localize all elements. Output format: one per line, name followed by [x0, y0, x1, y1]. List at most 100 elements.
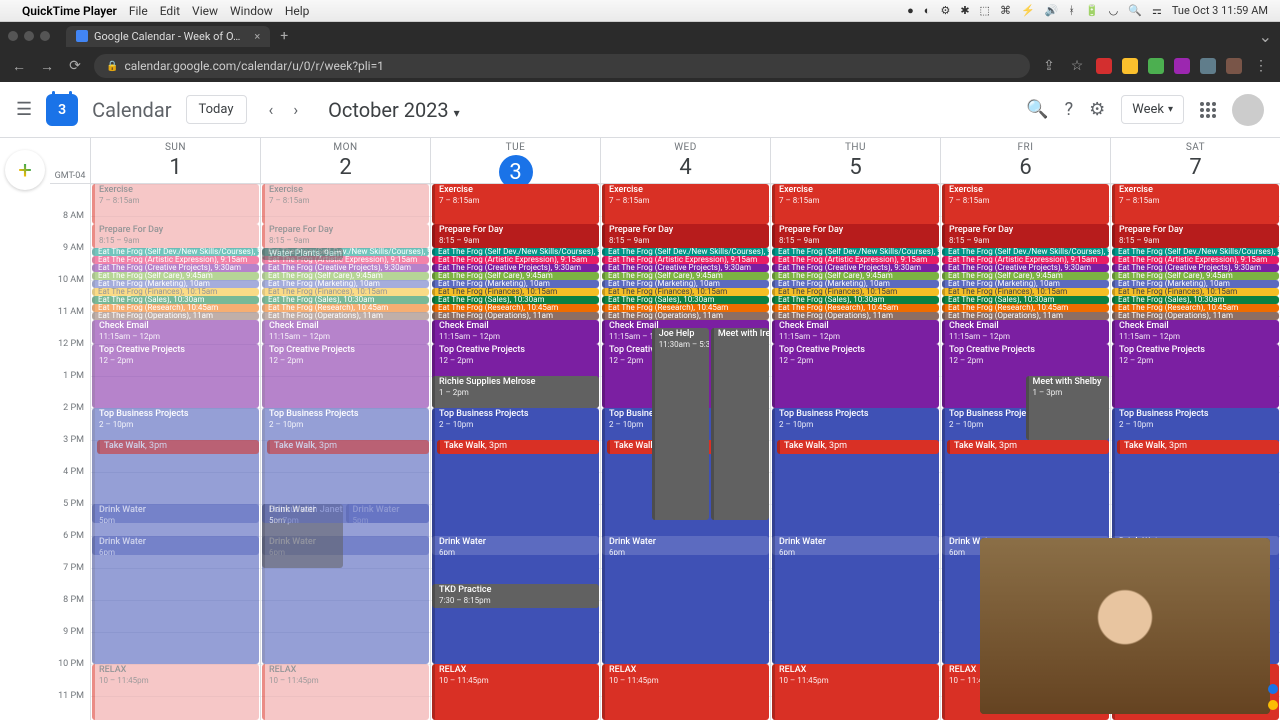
event-frog[interactable]: Eat The Frog (Operations), 11am — [432, 312, 599, 320]
event-frog[interactable]: Eat The Frog (Research), 10:45am — [772, 304, 939, 312]
day-header[interactable]: THU 5 — [770, 138, 940, 183]
extension-icon[interactable] — [1226, 58, 1242, 74]
next-week-button[interactable]: › — [285, 96, 306, 123]
event-frog[interactable]: Eat The Frog (Research), 10:45am — [942, 304, 1109, 312]
event-frog[interactable]: Eat The Frog (Artistic Expression), 9:15… — [602, 256, 769, 264]
event-shelby[interactable]: Meet with Shelby1 – 3pm — [1026, 376, 1110, 440]
wifi-icon[interactable]: ◡ — [1109, 4, 1119, 17]
event-frog[interactable]: Eat The Frog (Operations), 11am — [92, 312, 259, 320]
day-column[interactable]: Exercise7 – 8:15am Prepare For Day8:15 –… — [600, 184, 770, 720]
search-icon[interactable]: 🔍 — [1128, 4, 1142, 17]
calendar-event[interactable]: Check Email11:15am – 12pm — [262, 320, 429, 344]
menu-view[interactable]: View — [192, 4, 218, 18]
calendar-event[interactable]: Check Email11:15am – 12pm — [942, 320, 1109, 344]
extension-icon[interactable] — [1200, 58, 1216, 74]
menu-window[interactable]: Window — [230, 4, 273, 18]
window-minimize[interactable] — [24, 31, 34, 41]
day-number[interactable]: 1 — [91, 155, 260, 180]
event-frog[interactable]: Eat The Frog (Self Dev./New Skills/Cours… — [92, 248, 259, 256]
day-number[interactable]: 2 — [261, 155, 430, 180]
event-frog[interactable]: Eat The Frog (Self Dev./New Skills/Cours… — [1112, 248, 1279, 256]
event-frog[interactable]: Eat The Frog (Self Care), 9:45am — [942, 272, 1109, 280]
calendar-event[interactable]: RELAX10 – 11:45pm — [602, 664, 769, 720]
calendar-event[interactable]: Exercise7 – 8:15am — [262, 184, 429, 224]
today-button[interactable]: Today — [186, 95, 247, 124]
side-panel-icon[interactable] — [1268, 700, 1278, 710]
event-frog[interactable]: Eat The Frog (Artistic Expression), 9:15… — [1112, 256, 1279, 264]
calendar-event[interactable]: Check Email11:15am – 12pm — [432, 320, 599, 344]
day-number[interactable]: 4 — [601, 155, 770, 180]
event-frog[interactable]: Eat The Frog (Sales), 10:30am — [942, 296, 1109, 304]
event-frog[interactable]: Eat The Frog (Artistic Expression), 9:15… — [92, 256, 259, 264]
event-frog[interactable]: Eat The Frog (Artistic Expression), 9:15… — [432, 256, 599, 264]
calendar-event[interactable]: RELAX10 – 11:45pm — [432, 664, 599, 720]
calendar-event[interactable]: Exercise7 – 8:15am — [942, 184, 1109, 224]
day-number[interactable]: 5 — [771, 155, 940, 180]
event-meet-iren[interactable]: Meet with Iren — [711, 328, 769, 520]
day-column[interactable]: Exercise7 – 8:15am Prepare For Day8:15 –… — [90, 184, 260, 720]
event-frog[interactable]: Eat The Frog (Self Care), 9:45am — [602, 272, 769, 280]
settings-icon[interactable]: ⚙ — [1089, 99, 1105, 120]
calendar-event[interactable]: Drink Water5pm — [262, 504, 429, 523]
event-frog[interactable]: Eat The Frog (Creative Projects), 9:30am — [602, 264, 769, 272]
tab-overflow-icon[interactable]: ⌄ — [1259, 27, 1272, 46]
event-walk[interactable]: Take Walk, 3pm — [437, 440, 599, 454]
event-frog[interactable]: Eat The Frog (Operations), 11am — [1112, 312, 1279, 320]
event-frog[interactable]: Eat The Frog (Marketing), 10am — [262, 280, 429, 288]
day-header[interactable]: SAT 7 — [1110, 138, 1280, 183]
calendar-event[interactable]: Prepare For Day8:15 – 9am — [432, 224, 599, 248]
calendar-event[interactable]: Drink Water6pm — [772, 536, 939, 555]
event-frog[interactable]: Eat The Frog (Creative Projects), 9:30am — [432, 264, 599, 272]
event-frog[interactable]: Eat The Frog (Self Care), 9:45am — [262, 272, 429, 280]
day-column[interactable]: Exercise7 – 8:15am Prepare For Day8:15 –… — [770, 184, 940, 720]
event-frog[interactable]: Eat The Frog (Marketing), 10am — [602, 280, 769, 288]
active-app-name[interactable]: QuickTime Player — [22, 4, 117, 18]
calendar-event[interactable]: Top Creative Projects12 – 2pm — [262, 344, 429, 408]
extension-icon[interactable] — [1148, 58, 1164, 74]
event-frog[interactable]: Eat The Frog (Finances), 10:15am — [92, 288, 259, 296]
reload-button[interactable]: ⟳ — [66, 58, 84, 74]
event-frog[interactable]: Eat The Frog (Finances), 10:15am — [1112, 288, 1279, 296]
calendar-event[interactable]: Prepare For Day8:15 – 9am — [602, 224, 769, 248]
status-icon[interactable]: 🔊 — [1045, 4, 1059, 17]
event-walk[interactable]: Take Walk, 3pm — [1117, 440, 1279, 454]
calendar-event[interactable]: Richie Supplies Melrose1 – 2pm — [432, 376, 599, 408]
calendar-event[interactable]: Prepare For Day8:15 – 9am — [772, 224, 939, 248]
day-number[interactable]: 6 — [941, 155, 1110, 180]
help-icon[interactable]: ? — [1065, 99, 1074, 120]
event-frog[interactable]: Eat The Frog (Finances), 10:15am — [262, 288, 429, 296]
search-icon[interactable]: 🔍 — [1026, 99, 1048, 120]
event-frog[interactable]: Eat The Frog (Sales), 10:30am — [92, 296, 259, 304]
event-frog[interactable]: Eat The Frog (Operations), 11am — [942, 312, 1109, 320]
event-frog[interactable]: Eat The Frog (Finances), 10:15am — [432, 288, 599, 296]
event-frog[interactable]: Eat The Frog (Finances), 10:15am — [772, 288, 939, 296]
event-frog[interactable]: Eat The Frog (Research), 10:45am — [92, 304, 259, 312]
address-bar[interactable]: 🔒 calendar.google.com/calendar/u/0/r/wee… — [94, 54, 1030, 78]
event-frog[interactable]: Eat The Frog (Marketing), 10am — [772, 280, 939, 288]
day-header[interactable]: SUN 1 — [90, 138, 260, 183]
prev-week-button[interactable]: ‹ — [261, 96, 282, 123]
event-frog[interactable]: Eat The Frog (Self Care), 9:45am — [1112, 272, 1279, 280]
menu-edit[interactable]: Edit — [160, 4, 180, 18]
event-frog[interactable]: Eat The Frog (Creative Projects), 9:30am — [1112, 264, 1279, 272]
day-header[interactable]: TUE 3 — [430, 138, 600, 183]
event-joe-help[interactable]: Joe Help11:30am – 5:30pm — [652, 328, 709, 520]
status-icon[interactable]: ⚙ — [940, 4, 950, 17]
calendar-event[interactable]: Top Creative Projects12 – 2pm — [92, 344, 259, 408]
browser-tab[interactable]: Google Calendar - Week of O… × — [66, 26, 270, 47]
bluetooth-icon[interactable]: ᚼ — [1068, 4, 1075, 17]
event-frog[interactable]: Eat The Frog (Sales), 10:30am — [772, 296, 939, 304]
calendar-event[interactable]: Exercise7 – 8:15am — [772, 184, 939, 224]
window-maximize[interactable] — [40, 31, 50, 41]
event-frog[interactable]: Eat The Frog (Sales), 10:30am — [432, 296, 599, 304]
status-icon[interactable]: ⚡ — [1021, 4, 1035, 17]
menubar-clock[interactable]: Tue Oct 3 11:59 AM — [1172, 4, 1268, 17]
close-icon[interactable]: × — [254, 30, 260, 43]
calendar-event[interactable]: Prepare For Day8:15 – 9am — [262, 224, 429, 248]
status-icon[interactable]: ◐ — [924, 4, 931, 17]
event-walk[interactable]: Take Walk, 3pm — [777, 440, 939, 454]
browser-menu-icon[interactable]: ⋮ — [1252, 58, 1270, 74]
status-icon[interactable]: ✱ — [960, 4, 969, 17]
view-selector[interactable]: Week ▾ — [1121, 95, 1184, 124]
calendar-event[interactable]: Check Email11:15am – 12pm — [92, 320, 259, 344]
